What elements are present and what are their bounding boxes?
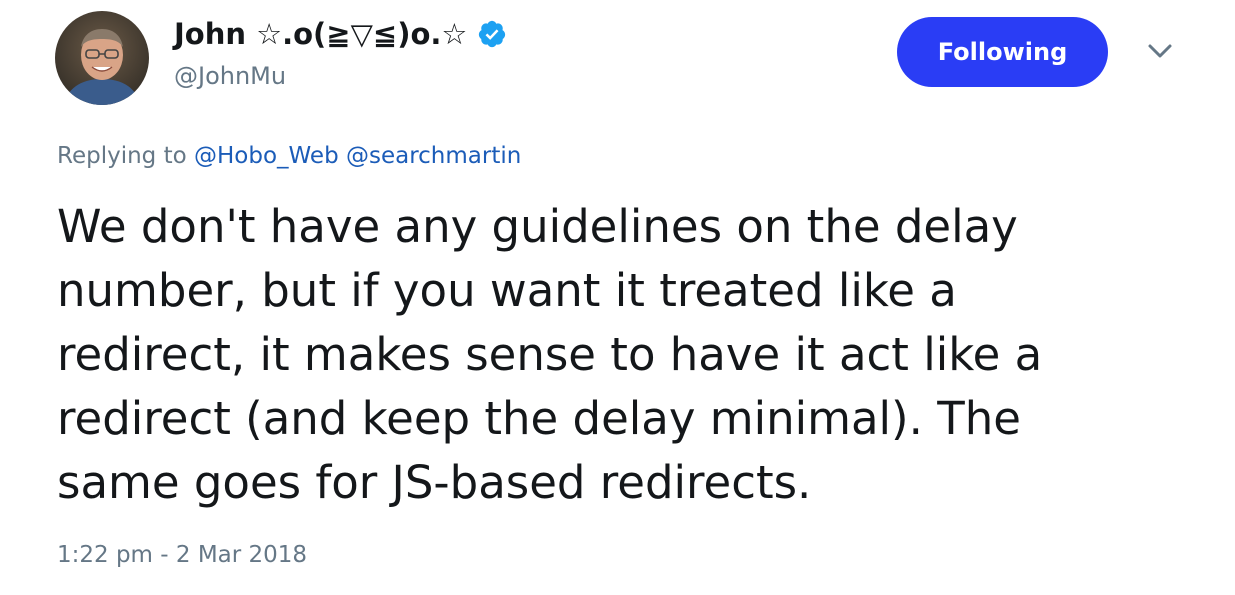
replying-to-label: Replying to — [57, 143, 187, 169]
chevron-down-icon[interactable] — [1146, 40, 1174, 62]
verified-badge-icon — [479, 20, 506, 48]
tweet-text-line: redirect (and keep the delay minimal). T… — [57, 392, 1021, 445]
mention-searchmartin[interactable]: @searchmartin — [346, 143, 521, 169]
avatar[interactable] — [55, 11, 149, 105]
person-avatar-icon — [55, 11, 149, 105]
author-name-row[interactable]: John ☆.o(≧▽≦)o.☆ — [174, 14, 507, 54]
author-handle[interactable]: @JohnMu — [174, 62, 286, 90]
tweet-text-line: number, but if you want it treated like … — [57, 264, 957, 317]
tweet-timestamp[interactable]: 1:22 pm - 2 Mar 2018 — [57, 542, 307, 568]
replying-to: Replying to @Hobo_Web @searchmartin — [57, 143, 521, 169]
tweet-text-line: We don't have any guidelines on the dela… — [57, 200, 1018, 253]
author-display-name[interactable]: John ☆.o(≧▽≦)o.☆ — [174, 17, 467, 51]
tweet-text: We don't have any guidelines on the dela… — [57, 195, 1177, 515]
tweet-text-line: same goes for JS-based redirects. — [57, 456, 812, 509]
mention-hobo-web[interactable]: @Hobo_Web — [194, 143, 339, 169]
following-button[interactable]: Following — [897, 17, 1108, 87]
tweet-text-line: redirect, it makes sense to have it act … — [57, 328, 1043, 381]
